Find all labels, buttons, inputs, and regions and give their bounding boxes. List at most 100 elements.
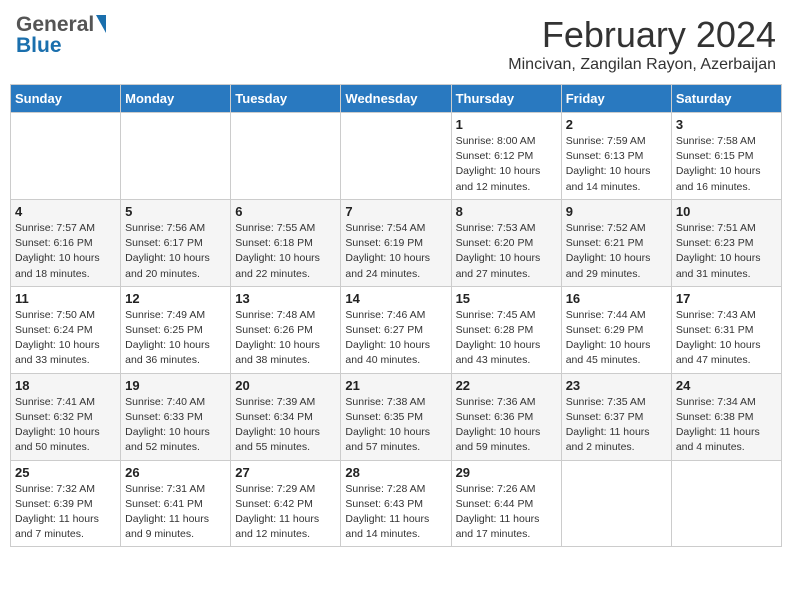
calendar-cell: 22 Sunrise: 7:36 AM Sunset: 6:36 PM Dayli… <box>451 373 561 460</box>
calendar-cell: 17 Sunrise: 7:43 AM Sunset: 6:31 PM Dayli… <box>671 286 781 373</box>
weekday-header-sunday: Sunday <box>11 85 121 113</box>
calendar-cell: 23 Sunrise: 7:35 AM Sunset: 6:37 PM Dayli… <box>561 373 671 460</box>
day-info: Sunrise: 7:38 AM Sunset: 6:35 PM Dayligh… <box>345 395 446 456</box>
calendar-table: SundayMondayTuesdayWednesdayThursdayFrid… <box>10 84 782 547</box>
day-number: 20 <box>235 378 336 393</box>
day-info: Sunrise: 7:44 AM Sunset: 6:29 PM Dayligh… <box>566 308 667 369</box>
calendar-cell: 19Sunrise: 7:40 AM Sunset: 6:33 PM Dayli… <box>121 373 231 460</box>
day-number: 9 <box>566 204 667 219</box>
day-info: Sunrise: 7:32 AM Sunset: 6:39 PM Dayligh… <box>15 482 116 543</box>
calendar-cell <box>231 113 341 200</box>
day-number: 29 <box>456 465 557 480</box>
day-info: Sunrise: 7:41 AM Sunset: 6:32 PM Dayligh… <box>15 395 116 456</box>
day-info: Sunrise: 7:52 AM Sunset: 6:21 PM Dayligh… <box>566 221 667 282</box>
calendar-cell: 10 Sunrise: 7:51 AM Sunset: 6:23 PM Dayli… <box>671 199 781 286</box>
calendar-cell: 25 Sunrise: 7:32 AM Sunset: 6:39 PM Dayli… <box>11 460 121 547</box>
day-info: Sunrise: 7:35 AM Sunset: 6:37 PM Dayligh… <box>566 395 667 456</box>
calendar-week-row: 11 Sunrise: 7:50 AM Sunset: 6:24 PM Dayli… <box>11 286 782 373</box>
calendar-cell: 15 Sunrise: 7:45 AM Sunset: 6:28 PM Dayli… <box>451 286 561 373</box>
day-number: 4 <box>15 204 116 219</box>
day-number: 16 <box>566 291 667 306</box>
weekday-header-thursday: Thursday <box>451 85 561 113</box>
logo-blue-text: Blue <box>16 34 62 57</box>
weekday-header-tuesday: Tuesday <box>231 85 341 113</box>
calendar-cell: 9 Sunrise: 7:52 AM Sunset: 6:21 PM Daylig… <box>561 199 671 286</box>
header: General Blue February 2024 Mincivan, Zan… <box>10 10 782 78</box>
calendar-cell: 24 Sunrise: 7:34 AM Sunset: 6:38 PM Dayli… <box>671 373 781 460</box>
day-number: 2 <box>566 117 667 132</box>
day-number: 28 <box>345 465 446 480</box>
day-number: 18 <box>15 378 116 393</box>
day-info: Sunrise: 7:58 AM Sunset: 6:15 PM Dayligh… <box>676 134 777 195</box>
day-info: Sunrise: 7:56 AM Sunset: 6:17 PM Dayligh… <box>125 221 226 282</box>
calendar-cell: 16 Sunrise: 7:44 AM Sunset: 6:29 PM Dayli… <box>561 286 671 373</box>
weekday-header-wednesday: Wednesday <box>341 85 451 113</box>
day-info: Sunrise: 7:31 AM Sunset: 6:41 PM Dayligh… <box>125 482 226 543</box>
day-info: Sunrise: 7:36 AM Sunset: 6:36 PM Dayligh… <box>456 395 557 456</box>
weekday-header-monday: Monday <box>121 85 231 113</box>
day-number: 11 <box>15 291 116 306</box>
day-number: 13 <box>235 291 336 306</box>
calendar-cell <box>561 460 671 547</box>
day-number: 22 <box>456 378 557 393</box>
day-number: 14 <box>345 291 446 306</box>
day-number: 5 <box>125 204 226 219</box>
day-info: Sunrise: 7:59 AM Sunset: 6:13 PM Dayligh… <box>566 134 667 195</box>
day-info: Sunrise: 7:53 AM Sunset: 6:20 PM Dayligh… <box>456 221 557 282</box>
day-number: 17 <box>676 291 777 306</box>
calendar-cell: 29Sunrise: 7:26 AM Sunset: 6:44 PM Dayli… <box>451 460 561 547</box>
calendar-week-row: 25 Sunrise: 7:32 AM Sunset: 6:39 PM Dayli… <box>11 460 782 547</box>
day-number: 26 <box>125 465 226 480</box>
day-info: Sunrise: 7:45 AM Sunset: 6:28 PM Dayligh… <box>456 308 557 369</box>
calendar-cell: 20 Sunrise: 7:39 AM Sunset: 6:34 PM Dayli… <box>231 373 341 460</box>
calendar-cell: 7 Sunrise: 7:54 AM Sunset: 6:19 PM Daylig… <box>341 199 451 286</box>
logo-general-text: General <box>16 14 94 35</box>
day-number: 7 <box>345 204 446 219</box>
day-number: 12 <box>125 291 226 306</box>
calendar-cell: 21 Sunrise: 7:38 AM Sunset: 6:35 PM Dayli… <box>341 373 451 460</box>
calendar-week-row: 4 Sunrise: 7:57 AM Sunset: 6:16 PM Daylig… <box>11 199 782 286</box>
day-info: Sunrise: 7:29 AM Sunset: 6:42 PM Dayligh… <box>235 482 336 543</box>
day-number: 15 <box>456 291 557 306</box>
calendar-cell: 26 Sunrise: 7:31 AM Sunset: 6:41 PM Dayli… <box>121 460 231 547</box>
day-info: Sunrise: 7:43 AM Sunset: 6:31 PM Dayligh… <box>676 308 777 369</box>
calendar-cell <box>341 113 451 200</box>
day-number: 25 <box>15 465 116 480</box>
day-info: Sunrise: 7:49 AM Sunset: 6:25 PM Dayligh… <box>125 308 226 369</box>
calendar-cell: 4 Sunrise: 7:57 AM Sunset: 6:16 PM Daylig… <box>11 199 121 286</box>
day-info: Sunrise: 7:48 AM Sunset: 6:26 PM Dayligh… <box>235 308 336 369</box>
calendar-week-row: 18 Sunrise: 7:41 AM Sunset: 6:32 PM Dayli… <box>11 373 782 460</box>
day-info: Sunrise: 7:54 AM Sunset: 6:19 PM Dayligh… <box>345 221 446 282</box>
logo-triangle-icon <box>96 15 106 33</box>
weekday-header-row: SundayMondayTuesdayWednesdayThursdayFrid… <box>11 85 782 113</box>
title-area: February 2024 Mincivan, Zangilan Rayon, … <box>508 14 776 74</box>
calendar-cell: 14Sunrise: 7:46 AM Sunset: 6:27 PM Dayli… <box>341 286 451 373</box>
calendar-cell <box>11 113 121 200</box>
day-number: 8 <box>456 204 557 219</box>
day-number: 27 <box>235 465 336 480</box>
day-info: Sunrise: 7:39 AM Sunset: 6:34 PM Dayligh… <box>235 395 336 456</box>
calendar-cell: 12 Sunrise: 7:49 AM Sunset: 6:25 PM Dayli… <box>121 286 231 373</box>
calendar-cell: 6 Sunrise: 7:55 AM Sunset: 6:18 PM Daylig… <box>231 199 341 286</box>
day-number: 21 <box>345 378 446 393</box>
calendar-cell: 5 Sunrise: 7:56 AM Sunset: 6:17 PM Daylig… <box>121 199 231 286</box>
month-year-title: February 2024 <box>508 14 776 56</box>
calendar-cell <box>121 113 231 200</box>
day-number: 10 <box>676 204 777 219</box>
day-info: Sunrise: 7:57 AM Sunset: 6:16 PM Dayligh… <box>15 221 116 282</box>
day-info: Sunrise: 7:28 AM Sunset: 6:43 PM Dayligh… <box>345 482 446 543</box>
day-number: 23 <box>566 378 667 393</box>
day-number: 3 <box>676 117 777 132</box>
calendar-cell: 28 Sunrise: 7:28 AM Sunset: 6:43 PM Dayli… <box>341 460 451 547</box>
day-info: Sunrise: 7:34 AM Sunset: 6:38 PM Dayligh… <box>676 395 777 456</box>
calendar-cell: 1Sunrise: 8:00 AM Sunset: 6:12 PM Daylig… <box>451 113 561 200</box>
day-info: Sunrise: 7:55 AM Sunset: 6:18 PM Dayligh… <box>235 221 336 282</box>
calendar-cell: 3 Sunrise: 7:58 AM Sunset: 6:15 PM Daylig… <box>671 113 781 200</box>
day-info: Sunrise: 7:51 AM Sunset: 6:23 PM Dayligh… <box>676 221 777 282</box>
day-number: 6 <box>235 204 336 219</box>
day-info: Sunrise: 7:50 AM Sunset: 6:24 PM Dayligh… <box>15 308 116 369</box>
calendar-cell <box>671 460 781 547</box>
day-number: 24 <box>676 378 777 393</box>
calendar-cell: 11 Sunrise: 7:50 AM Sunset: 6:24 PM Dayli… <box>11 286 121 373</box>
weekday-header-saturday: Saturday <box>671 85 781 113</box>
